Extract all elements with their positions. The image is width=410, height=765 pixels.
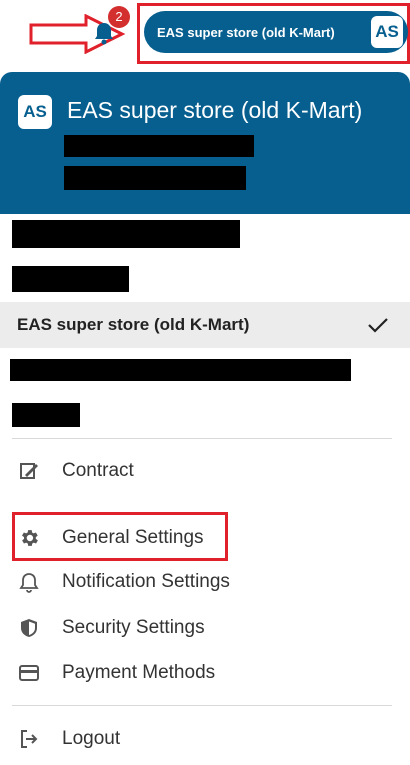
credit-card-icon <box>19 665 39 681</box>
menu-item-logout[interactable]: Logout <box>0 718 410 760</box>
shield-icon <box>21 619 37 637</box>
menu-item-contract[interactable]: Contract <box>0 450 410 492</box>
store-option-selected[interactable]: EAS super store (old K-Mart) <box>0 302 410 348</box>
redacted-store-row[interactable] <box>12 403 80 427</box>
menu-item-notification-settings[interactable]: Notification Settings <box>0 561 410 603</box>
menu-item-payment-methods[interactable]: Payment Methods <box>0 652 410 694</box>
account-dropdown-panel: AS EAS super store (old K-Mart) EAS supe… <box>0 72 410 765</box>
menu-item-label: Payment Methods <box>62 662 216 683</box>
checkmark-icon <box>368 318 388 333</box>
panel-store-name: EAS super store (old K-Mart) <box>67 97 363 123</box>
account-button-label: EAS super store (old K-Mart) <box>157 24 335 40</box>
menu-item-label: Contract <box>62 460 134 481</box>
top-bar: 2 EAS super store (old K-Mart) AS <box>0 0 410 68</box>
menu-item-label: Logout <box>62 728 121 749</box>
notification-count-badge: 2 <box>108 6 130 28</box>
divider <box>12 705 392 706</box>
logout-icon <box>21 730 38 748</box>
menu-item-label: Security Settings <box>62 617 205 638</box>
redacted-block <box>64 135 254 157</box>
redacted-block <box>64 166 246 190</box>
account-menu-button[interactable]: EAS super store (old K-Mart) AS <box>144 11 408 53</box>
redacted-store-row[interactable] <box>12 266 129 292</box>
bell-icon <box>19 573 39 593</box>
divider <box>12 438 392 439</box>
menu-item-label: Notification Settings <box>62 571 230 592</box>
menu-item-security-settings[interactable]: Security Settings <box>0 607 410 649</box>
redacted-store-row[interactable] <box>12 220 240 248</box>
menu-item-general-settings[interactable]: General Settings <box>0 517 410 559</box>
store-option-label: EAS super store (old K-Mart) <box>17 315 250 334</box>
contract-icon <box>20 463 38 479</box>
panel-avatar: AS <box>18 95 52 129</box>
panel-header: AS EAS super store (old K-Mart) <box>0 72 410 214</box>
redacted-store-row[interactable] <box>10 359 351 381</box>
gear-icon <box>22 530 38 546</box>
menu-item-label: General Settings <box>62 527 204 548</box>
account-avatar: AS <box>371 16 403 48</box>
